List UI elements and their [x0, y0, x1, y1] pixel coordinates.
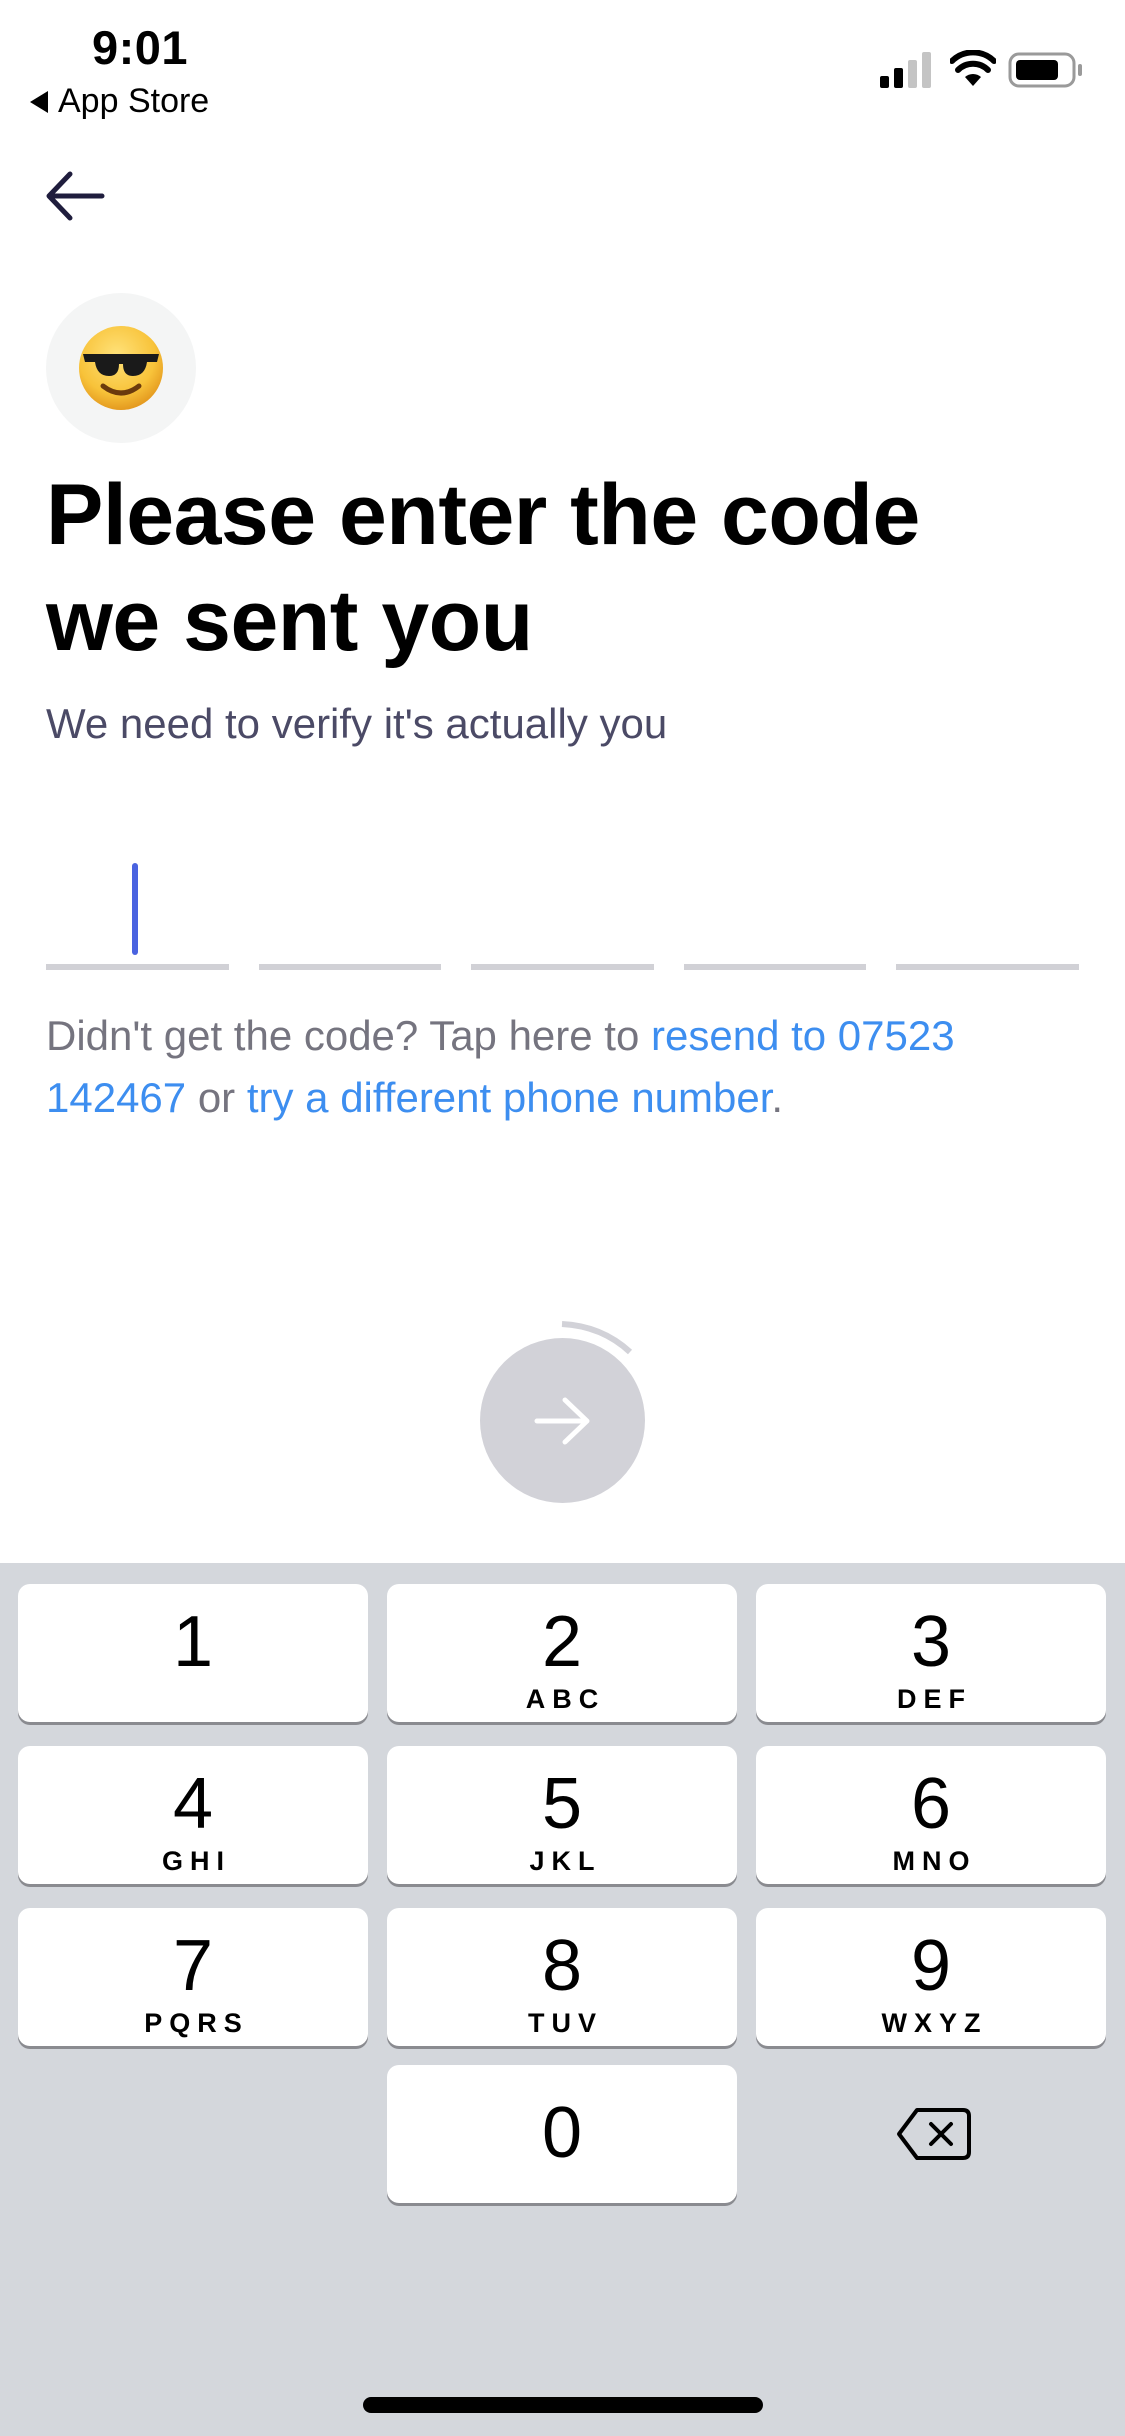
key-4[interactable]: 4 GHI	[18, 1746, 368, 1884]
key-digit: 3	[910, 1602, 952, 1682]
numeric-keyboard: 1 2 ABC 3 DEF 4 GHI 5 JKL 6 MNO 7 PQRS 8 TUV 9W…	[0, 1563, 1125, 2436]
code-digit-2[interactable]	[258, 850, 442, 970]
page-title: Please enter the code we sent you	[46, 467, 920, 669]
key-letters: MNO	[892, 1846, 977, 1876]
verification-code-input[interactable]	[46, 850, 1079, 970]
key-digit: 0	[541, 2093, 583, 2173]
help-suffix: .	[771, 1074, 784, 1121]
backspace-icon[interactable]	[895, 2106, 973, 2162]
key-digit: 2	[541, 1602, 583, 1682]
key-8[interactable]: 8 TUV	[387, 1908, 737, 2046]
key-digit: 4	[172, 1764, 214, 1844]
key-7[interactable]: 7 PQRS	[18, 1908, 368, 2046]
submit-button[interactable]	[480, 1338, 645, 1503]
key-letters: GHI	[161, 1846, 231, 1876]
help-prefix: Didn't get the code? Tap here to	[46, 1012, 652, 1059]
code-digit-5[interactable]	[896, 850, 1079, 970]
key-letters: TUV	[528, 2008, 603, 2038]
home-indicator[interactable]	[363, 2397, 763, 2413]
key-digit: 5	[541, 1764, 583, 1844]
emoji-avatar	[46, 293, 196, 443]
code-digit-3[interactable]	[471, 850, 654, 970]
key-1[interactable]: 1	[18, 1584, 368, 1722]
resend-help-text: Didn't get the code? Tap here to resend …	[46, 1005, 1086, 1129]
back-triangle-icon	[30, 90, 48, 113]
key-3[interactable]: 3 DEF	[756, 1584, 1106, 1722]
wifi-icon	[950, 50, 996, 86]
key-digit: 8	[541, 1926, 583, 2006]
page-subtitle: We need to verify it's actually you	[46, 700, 668, 747]
back-app-label: App Store	[58, 82, 210, 120]
key-digit: 9	[910, 1926, 952, 2006]
key-digit: 1	[172, 1602, 214, 1682]
key-letters: ABC	[525, 1684, 606, 1714]
status-time: 9:01	[92, 21, 189, 74]
help-middle: or	[186, 1074, 247, 1121]
battery-icon	[1008, 52, 1082, 88]
key-letters: PQRS	[144, 2008, 249, 2038]
cellular-signal-icon	[880, 52, 931, 88]
sunglasses-face-icon	[79, 326, 163, 410]
code-digit-1[interactable]	[46, 850, 229, 970]
key-letters: JKL	[529, 1846, 602, 1876]
text-cursor	[132, 863, 138, 955]
arrow-right-icon	[534, 1397, 589, 1444]
code-digit-4[interactable]	[683, 850, 867, 970]
different-number-link[interactable]: try a different phone number	[247, 1074, 772, 1121]
arrow-left-icon[interactable]	[44, 170, 106, 222]
key-2[interactable]: 2 ABC	[387, 1584, 737, 1722]
key-digit: 7	[172, 1926, 214, 2006]
key-letters: DEF	[897, 1684, 972, 1714]
key-0[interactable]: 0	[387, 2065, 737, 2203]
key-digit: 6	[910, 1764, 952, 1844]
key-9[interactable]: 9 WXYZ	[756, 1908, 1106, 2046]
key-6[interactable]: 6 MNO	[756, 1746, 1106, 1884]
key-5[interactable]: 5 JKL	[387, 1746, 737, 1884]
back-to-app-store[interactable]: App Store	[30, 82, 209, 121]
key-letters: WXYZ	[881, 2008, 988, 2038]
